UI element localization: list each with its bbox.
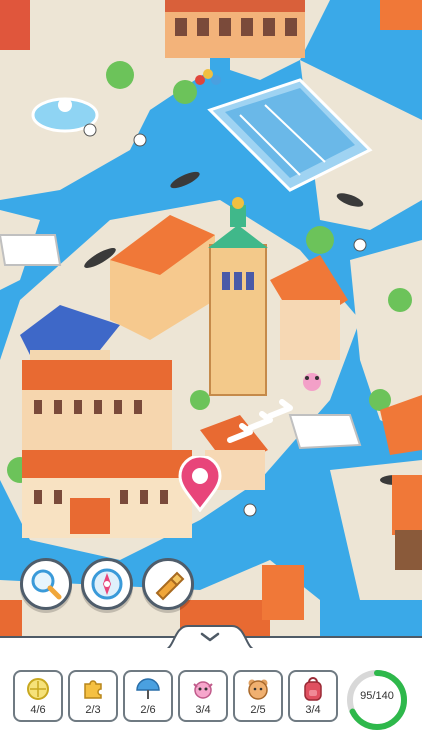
magnifier-button[interactable] [20,558,72,610]
item-card-umbrella[interactable]: 2/6 [123,670,173,722]
collapse-panel-button[interactable] [164,620,256,650]
item-count: 2/5 [250,704,266,716]
item-card-puzzle[interactable]: 2/3 [68,670,118,722]
guide-arrows [227,399,293,443]
umbrella-icon [136,678,160,699]
item-count: 3/4 [195,704,211,716]
target-marker-icon[interactable] [178,456,222,512]
spyglass-button[interactable] [142,558,194,610]
item-count: 2/3 [85,704,101,716]
item-card-lemon[interactable]: 4/6 [13,670,63,722]
backpack-icon [304,677,322,701]
city-map[interactable] [0,0,422,636]
spyglass-icon [155,571,185,601]
compass-icon [91,568,123,600]
puzzle-icon [84,680,102,699]
item-card-axolotl[interactable]: 3/4 [178,670,228,722]
item-card-teddy-bear[interactable]: 2/5 [233,670,283,722]
item-count: 4/6 [30,704,46,716]
lemon-icon [27,678,49,700]
item-count: 3/4 [305,704,321,716]
item-card-backpack[interactable]: 3/4 [288,670,338,722]
teddy-bear-icon [248,679,268,700]
magnifier-icon [31,569,62,600]
item-count: 2/6 [140,704,156,716]
axolotl-icon [193,681,213,699]
progress-count: 95/140 [360,690,394,702]
compass-button[interactable] [81,558,133,610]
